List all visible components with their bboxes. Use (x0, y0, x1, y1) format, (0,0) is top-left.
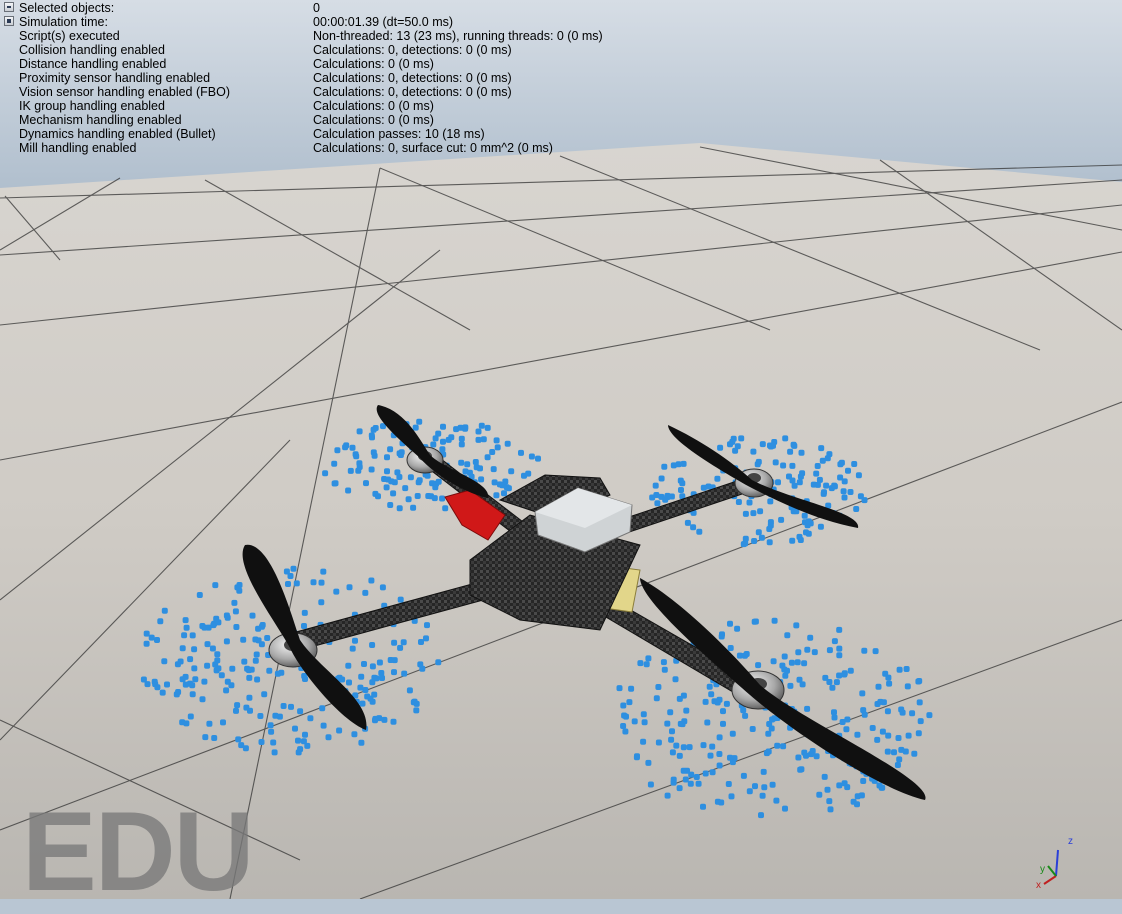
info-label: Selected objects: (19, 1, 115, 15)
info-value: Calculations: 0, detections: 0 (0 ms) (313, 85, 512, 99)
expand-toggle-icon[interactable] (4, 16, 14, 26)
collapse-toggle-icon[interactable] (4, 2, 14, 12)
axis-orientation-gizmo: z y x (1036, 836, 1073, 888)
info-value: Non-threaded: 13 (23 ms), running thread… (313, 29, 603, 43)
info-label: Proximity sensor handling enabled (19, 71, 211, 85)
info-value: 0 (313, 1, 320, 15)
info-label: Mechanism handling enabled (19, 113, 182, 127)
axis-y-label: y (1040, 864, 1045, 875)
info-label: Simulation time: (19, 15, 108, 29)
info-value: Calculations: 0, surface cut: 0 mm^2 (0 … (313, 141, 553, 155)
edu-watermark: EDU (22, 789, 254, 914)
axis-x-label: x (1036, 880, 1041, 888)
info-label: IK group handling enabled (19, 99, 165, 113)
info-label: Vision sensor handling enabled (FBO) (19, 85, 231, 99)
info-value: Calculations: 0 (0 ms) (313, 113, 434, 127)
info-label: Dynamics handling enabled (Bullet) (19, 127, 216, 141)
info-label: Distance handling enabled (19, 57, 167, 71)
info-value: Calculation passes: 10 (18 ms) (313, 127, 485, 141)
info-value: 00:00:01.39 (dt=50.0 ms) (313, 15, 454, 29)
info-value: Calculations: 0, detections: 0 (0 ms) (313, 71, 512, 85)
info-value: Calculations: 0 (0 ms) (313, 99, 434, 113)
axis-z-label: z (1068, 836, 1073, 847)
info-label: Mill handling enabled (19, 141, 137, 155)
info-value: Calculations: 0, detections: 0 (0 ms) (313, 43, 512, 57)
info-label: Script(s) executed (19, 29, 120, 43)
info-value: Calculations: 0 (0 ms) (313, 57, 434, 71)
info-label: Collision handling enabled (19, 43, 165, 57)
